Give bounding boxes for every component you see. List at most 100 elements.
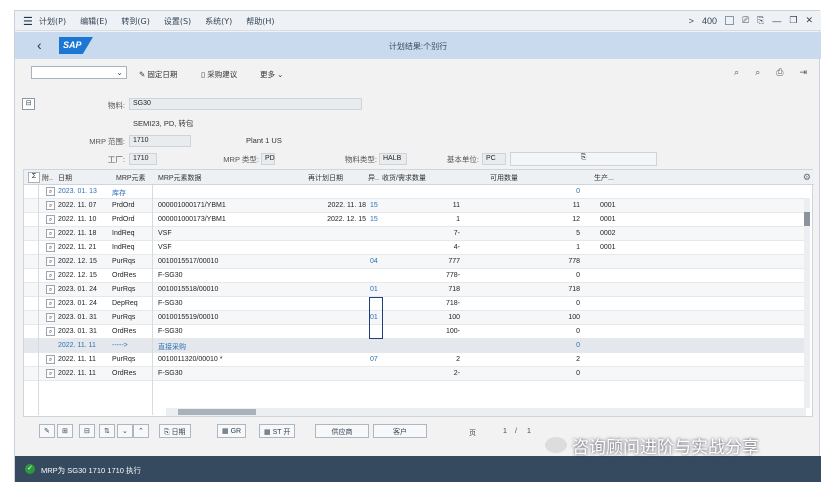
date-button[interactable]: ⎘ 日期: [159, 424, 191, 438]
vertical-scroll-thumb[interactable]: [804, 212, 810, 226]
row-detail-icon[interactable]: ⌕: [46, 243, 55, 252]
row-mrp-element-data[interactable]: F-SG30: [158, 272, 183, 279]
material-field[interactable]: SG30: [129, 98, 362, 110]
material-overview-button[interactable]: ⎘: [510, 152, 657, 166]
delete-icon[interactable]: ⊟: [79, 424, 95, 438]
row-detail-icon[interactable]: ⌕: [46, 187, 55, 196]
row-mrp-element-data[interactable]: F-SG30: [158, 300, 183, 307]
base-unit-field[interactable]: PC: [482, 153, 506, 165]
expand-chevron-icon[interactable]: >: [689, 16, 694, 26]
row-detail-icon[interactable]: ⌕: [46, 257, 55, 266]
col-receipt-requirement[interactable]: 收货/需求数量: [382, 173, 426, 183]
table-row[interactable]: ⌕ 2022. 11. 07 PrdOrd 000001000171/YBM1 2022…: [24, 199, 804, 213]
col-flag[interactable]: 附..: [42, 173, 53, 183]
customer-button[interactable]: 客户: [373, 424, 427, 438]
table-row[interactable]: ⌕ 2023. 01. 24 PurRqs 0010015518/00010 01 718…: [24, 283, 804, 297]
col-reschedule-date[interactable]: 再计划日期: [308, 173, 343, 183]
print-icon[interactable]: ⎙: [776, 67, 783, 78]
row-detail-icon[interactable]: ⌕: [46, 355, 55, 364]
gr-button[interactable]: ▦ GR: [217, 424, 247, 438]
mrp-type-field[interactable]: PD: [261, 153, 275, 165]
col-exception[interactable]: 异..: [368, 173, 379, 183]
close-icon[interactable]: ✕: [805, 15, 813, 26]
menu-plan[interactable]: 计划(P): [39, 16, 66, 27]
row-mrp-element-data[interactable]: F-SG30: [158, 328, 183, 335]
row-mrp-element-data[interactable]: 0010015517/00010: [158, 258, 218, 265]
st-button[interactable]: ▦ ST 开: [259, 424, 296, 438]
row-detail-icon[interactable]: ⌕: [46, 369, 55, 378]
plant-field[interactable]: 1710: [129, 153, 157, 165]
col-production[interactable]: 生产...: [594, 173, 614, 183]
row-detail-icon[interactable]: ⌕: [46, 271, 55, 280]
row-mrp-element-data[interactable]: 000001000173/YBM1: [158, 216, 226, 223]
table-row[interactable]: ⌕ 2022. 12. 15 PurRqs 0010015517/00010 04 777…: [24, 255, 804, 269]
row-detail-icon[interactable]: ⌕: [46, 215, 55, 224]
table-row[interactable]: ⌕ 2022. 11. 11 PurRqs 0010011320/00010 * 07 2…: [24, 353, 804, 367]
row-mrp-element-data[interactable]: 0010015519/00010: [158, 314, 218, 321]
menu-system[interactable]: 系统(Y): [205, 16, 232, 27]
table-row[interactable]: ⌕ 2023. 01. 31 OrdRes F-SG30 100- 0: [24, 325, 804, 339]
col-date[interactable]: 日期: [58, 173, 72, 183]
table-row[interactable]: ⌕ 2022. 11. 18 IndReq VSF 7- 5 0002: [24, 227, 804, 241]
row-detail-icon[interactable]: ⌕: [46, 285, 55, 294]
exit-icon[interactable]: ⇥: [799, 67, 807, 78]
fix-date-button[interactable]: ✎ 固定日期: [139, 69, 177, 80]
table-row[interactable]: ⌕ 2022. 11. 21 IndReq VSF 4- 1 0001: [24, 241, 804, 255]
search-icon[interactable]: ⌕: [734, 67, 739, 78]
row-mrp-element-data[interactable]: VSF: [158, 244, 172, 251]
table-row[interactable]: 2022. 11. 11 -----> 直接采购 0: [24, 339, 804, 353]
command-field-icon[interactable]: [724, 16, 734, 25]
purchase-suggestion-button[interactable]: ▯ 采购建议: [201, 69, 237, 80]
row-detail-icon[interactable]: ⌕: [46, 299, 55, 308]
row-detail-icon[interactable]: ⌕: [46, 327, 55, 336]
link-icon[interactable]: ⎘: [757, 15, 764, 26]
table-row[interactable]: ⌕ 2023. 01. 24 DepReq F-SG30 718- 0: [24, 297, 804, 311]
row-detail-icon[interactable]: ⌕: [46, 229, 55, 238]
menu-items: 计划(P) 编辑(E) 转到(G) 设置(S) 系统(Y) 帮助(H): [39, 16, 275, 27]
menu-help[interactable]: 帮助(H): [246, 16, 274, 27]
table-row[interactable]: ⌕ 2022. 12. 15 OrdRes F-SG30 778- 0: [24, 269, 804, 283]
table-row[interactable]: ⌕ 2022. 11. 11 OrdRes F-SG30 2- 0: [24, 367, 804, 381]
shortcut-icon[interactable]: ⎚: [742, 15, 749, 26]
mrp-area-field[interactable]: 1710: [129, 135, 191, 147]
view-dropdown[interactable]: ⌄: [31, 66, 127, 79]
minimize-icon[interactable]: —: [772, 16, 781, 26]
page-current[interactable]: 1: [503, 428, 507, 435]
row-detail-icon[interactable]: ⌕: [46, 201, 55, 210]
menu-edit[interactable]: 编辑(E): [80, 16, 107, 27]
menu-settings[interactable]: 设置(S): [164, 16, 191, 27]
settings-gear-icon[interactable]: ⚙: [803, 172, 811, 183]
more-button[interactable]: 更多 ⌄: [260, 69, 283, 80]
header-toggle-icon[interactable]: ⊟: [22, 98, 35, 110]
menu-goto[interactable]: 转到(G): [121, 16, 149, 27]
row-detail-icon[interactable]: ⌕: [46, 313, 55, 322]
restore-icon[interactable]: ❐: [789, 15, 797, 26]
horizontal-scrollbar[interactable]: [166, 408, 806, 416]
vendor-button[interactable]: 供应商: [315, 424, 369, 438]
sum-icon[interactable]: Σ: [28, 172, 40, 183]
detail-icon[interactable]: ⊞: [57, 424, 73, 438]
row-mrp-element-data[interactable]: 直接采购: [158, 342, 186, 352]
col-mrp-element-data[interactable]: MRP元素数据: [158, 173, 202, 183]
col-mrp-element[interactable]: MRP元素: [116, 173, 146, 183]
transaction-code[interactable]: 400: [702, 16, 717, 26]
col-available-qty[interactable]: 可用数量: [490, 173, 518, 183]
row-mrp-element-data[interactable]: VSF: [158, 230, 172, 237]
material-type-field[interactable]: HALB: [379, 153, 407, 165]
group-icon[interactable]: ⇅: [99, 424, 115, 438]
table-row[interactable]: ⌕ 2022. 11. 10 PrdOrd 000001000173/YBM1 2022…: [24, 213, 804, 227]
vertical-scrollbar[interactable]: [804, 198, 810, 408]
edit-icon[interactable]: ✎: [39, 424, 55, 438]
horizontal-scroll-thumb[interactable]: [178, 409, 256, 415]
collapse-all-icon[interactable]: ⌃: [133, 424, 149, 438]
menu-hamburger-icon[interactable]: ☰: [23, 15, 33, 28]
status-message[interactable]: MRP为 SG30 1710 1710 执行: [41, 465, 141, 476]
row-mrp-element-data[interactable]: 000001000171/YBM1: [158, 202, 226, 209]
table-row[interactable]: ⌕ 2023. 01. 31 PurRqs 0010015519/00010 01 100…: [24, 311, 804, 325]
search-next-icon[interactable]: ⌕: [755, 67, 760, 78]
table-row[interactable]: ⌕ 2023. 01. 13 库存 0: [24, 185, 804, 199]
row-mrp-element-data[interactable]: F-SG30: [158, 370, 183, 377]
expand-all-icon[interactable]: ⌄: [117, 424, 133, 438]
row-mrp-element-data[interactable]: 0010011320/00010 *: [158, 356, 223, 363]
row-mrp-element-data[interactable]: 0010015518/00010: [158, 286, 218, 293]
